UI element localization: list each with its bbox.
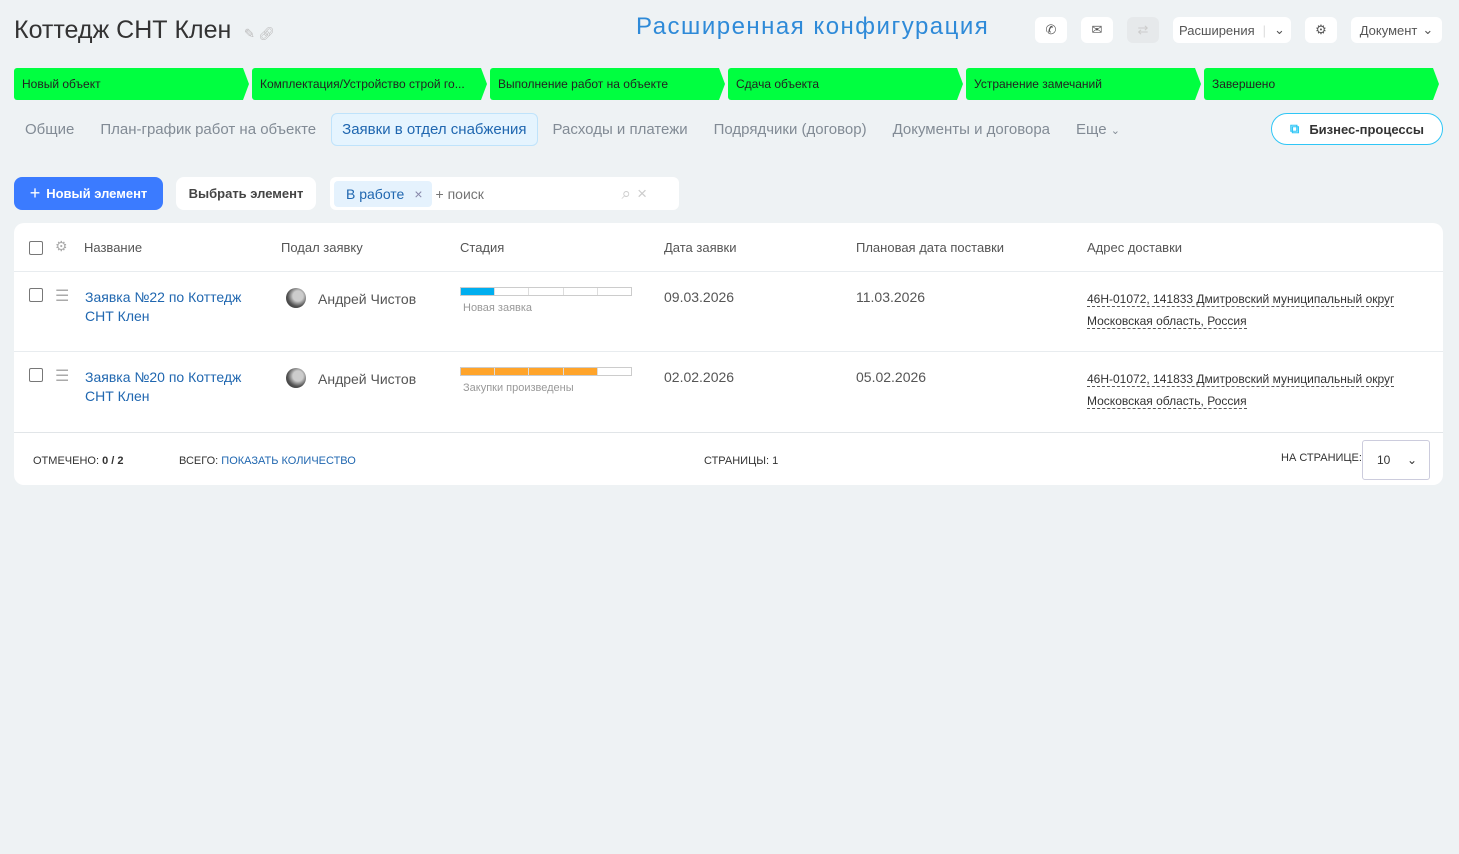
total-label: ВСЕГО: [179,455,219,467]
request-date: 09.03.2026 [664,289,735,305]
col-date[interactable]: Дата заявки [664,240,736,255]
chat-button[interactable]: ⇄ [1127,17,1159,43]
selected-count: ОТМЕЧЕНО: 0 / 2 [33,455,123,467]
col-stage[interactable]: Стадия [460,240,504,255]
stage-item[interactable]: Устранение замечаний [966,68,1201,100]
stage-item[interactable]: Сдача объекта [728,68,963,100]
requests-table: ⚙ Название Подал заявку Стадия Дата заяв… [14,223,1443,485]
chevron-down-icon: ⌄ [1422,22,1434,37]
table-footer: ОТМЕЧЕНО: 0 / 2 ВСЕГО: ПОКАЗАТЬ КОЛИЧЕСТ… [14,432,1443,485]
stage-progress[interactable] [460,287,632,296]
selected-label: ОТМЕЧЕНО: [33,455,99,467]
bp-label: Бизнес-процессы [1309,121,1424,137]
request-link[interactable]: Заявка №20 по Коттедж СНТ Клен [85,368,241,406]
name-line: СНТ Клен [85,388,150,404]
select-all-checkbox[interactable] [29,241,43,255]
phone-icon: ✆ [1045,22,1057,37]
table-row: ☰ Заявка №20 по Коттедж СНТ Клен Андрей Ч… [14,351,1443,431]
stage-label: Новая заявка [463,302,533,314]
business-process-icon: ⧉ [1290,121,1300,136]
tab-contractors[interactable]: Подрядчики (договор) [703,113,878,146]
close-icon[interactable]: × [414,186,422,202]
stage-item[interactable]: Завершено [1204,68,1439,100]
row-checkbox[interactable] [29,288,43,302]
addr-line: Московская область, Россия [1087,314,1247,329]
row-checkbox[interactable] [29,368,43,382]
drag-handle-icon[interactable]: ☰ [55,366,69,386]
author-name[interactable]: Андрей Чистов [318,371,416,387]
extensions-label: Расширения [1179,22,1255,38]
gear-icon[interactable]: ⚙ [55,238,68,255]
tabs: Общие План-график работ на объекте Заявк… [14,113,1135,146]
new-element-button[interactable]: + Новый элемент [14,177,163,210]
pages-label: СТРАНИЦЫ: 1 [704,455,779,467]
gear-icon: ⚙ [1315,22,1327,37]
plus-icon: + [29,183,41,203]
stage-label: Закупки произведены [463,382,574,394]
mail-button[interactable]: ✉ [1081,17,1113,43]
document-button[interactable]: Документ ⌄ [1351,17,1442,43]
mail-icon: ✉ [1091,22,1103,37]
clear-icon[interactable]: × [637,184,647,204]
per-page-select[interactable]: 10 ⌄ [1362,440,1430,480]
chevron-down-icon: ⌄ [1406,453,1417,467]
col-author[interactable]: Подал заявку [281,240,363,255]
avatar[interactable] [286,368,306,388]
settings-button[interactable]: ⚙ [1305,17,1337,43]
col-address[interactable]: Адрес доставки [1087,240,1182,255]
filter-chip[interactable]: В работе × [334,180,432,207]
business-processes-button[interactable]: ⧉ Бизнес-процессы [1271,113,1443,145]
page-title: Коттедж СНТ Клен [14,16,232,44]
show-count-link[interactable]: ПОКАЗАТЬ КОЛИЧЕСТВО [221,455,356,467]
drag-handle-icon[interactable]: ☰ [55,286,69,306]
tab-expenses[interactable]: Расходы и платежи [542,113,699,146]
delivery-address[interactable]: 46Н-01072, 141833 Дмитровский муниципаль… [1087,368,1395,412]
col-name[interactable]: Название [84,240,142,255]
tab-supply-requests[interactable]: Заявки в отдел снабжения [331,113,538,146]
author-name[interactable]: Андрей Чистов [318,291,416,307]
tab-documents[interactable]: Документы и договора [882,113,1061,146]
phone-button[interactable]: ✆ [1035,17,1067,43]
filter-chip-label: В работе [346,185,405,202]
table-row: ☰ Заявка №22 по Коттедж СНТ Клен Андрей Ч… [14,271,1443,351]
request-link[interactable]: Заявка №22 по Коттедж СНТ Клен [85,288,241,326]
config-label: Расширенная конфигурация [636,13,990,40]
addr-line: 46Н-01072, 141833 Дмитровский муниципаль… [1087,372,1395,387]
tab-general[interactable]: Общие [14,113,85,146]
addr-line: Московская область, Россия [1087,394,1247,409]
chevron-down-icon: ⌄ [1274,22,1285,37]
chat-icon: ⇄ [1137,22,1149,37]
stage-progress[interactable] [460,367,632,376]
select-element-button[interactable]: Выбрать элемент [176,177,316,210]
request-date: 02.02.2026 [664,369,735,385]
stage-item[interactable]: Комплектация/Устройство строй го... [252,68,487,100]
per-page-value: 10 [1377,453,1391,467]
name-line: Заявка №22 по Коттедж [85,289,242,305]
tab-schedule[interactable]: План-график работ на объекте [89,113,327,146]
avatar[interactable] [286,288,306,308]
per-page-label: НА СТРАНИЦЕ: [1281,452,1362,464]
name-line: Заявка №20 по Коттедж [85,369,242,385]
stage-item[interactable]: Выполнение работ на объекте [490,68,725,100]
addr-line: 46Н-01072, 141833 Дмитровский муниципаль… [1087,292,1395,307]
selected-value: 0 / 2 [102,455,124,467]
document-label: Документ [1359,22,1418,38]
link-icon[interactable]: 🔗︎ [259,26,276,41]
total-count: ВСЕГО: ПОКАЗАТЬ КОЛИЧЕСТВО [179,455,356,467]
search-icon[interactable]: ⌕ [622,184,632,204]
stage-bar: Новый объект Комплектация/Устройство стр… [14,68,1439,100]
name-line: СНТ Клен [85,308,150,324]
planned-date: 11.03.2026 [856,289,926,305]
search-bar[interactable]: В работе× ⌕× [330,177,679,210]
new-label: Новый элемент [46,186,148,201]
tab-more[interactable]: Еще ⌄ [1065,113,1131,146]
extensions-button[interactable]: Расширения | ⌄ [1173,17,1291,43]
delivery-address[interactable]: 46Н-01072, 141833 Дмитровский муниципаль… [1087,288,1395,332]
planned-date: 05.02.2026 [856,369,927,385]
stage-item[interactable]: Новый объект [14,68,249,100]
edit-icon[interactable]: ✎ [244,26,255,41]
search-input[interactable] [435,185,616,202]
more-label: Еще [1076,121,1107,138]
col-planned[interactable]: Плановая дата поставки [856,240,1004,255]
